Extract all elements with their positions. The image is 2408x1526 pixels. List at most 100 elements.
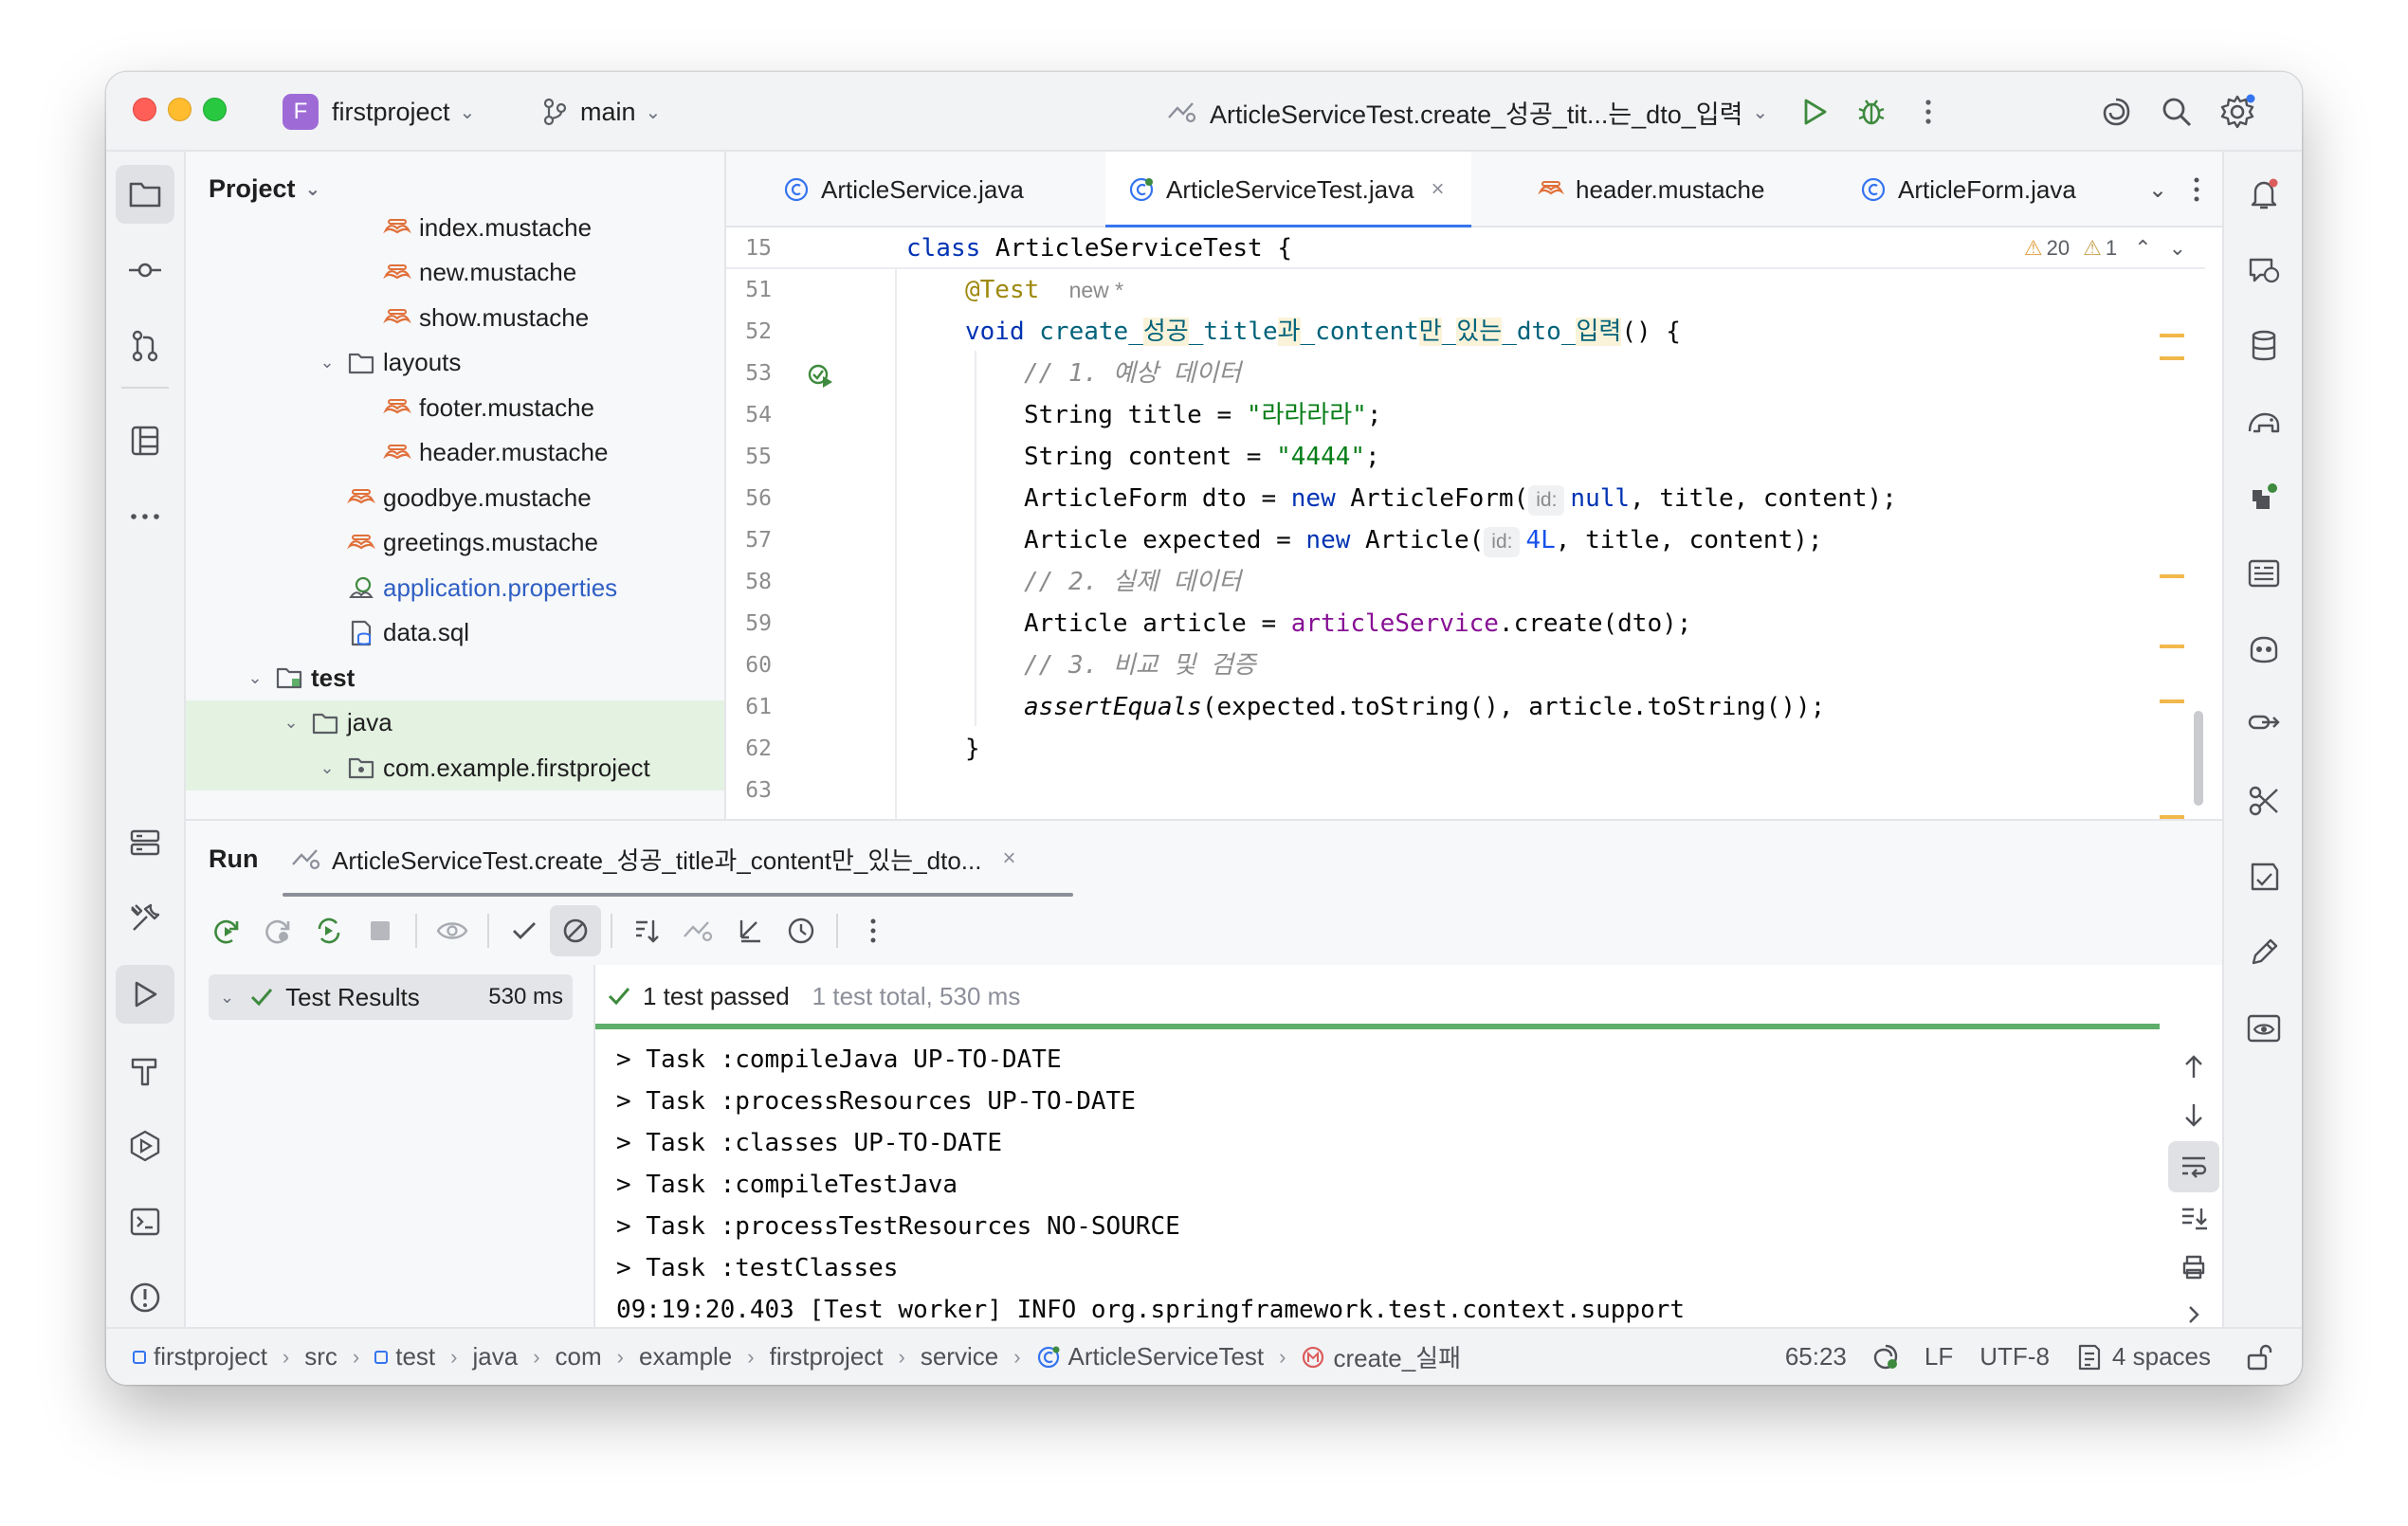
file-encoding[interactable]: UTF-8 [1979,1342,2050,1372]
sort-button[interactable] [622,905,673,956]
rerun-button[interactable] [201,905,252,956]
warning-stripe-marker[interactable] [2160,645,2184,648]
endpoints-button[interactable] [2235,544,2293,603]
tab-list-button[interactable]: ⌄ [2139,152,2177,227]
edit-button[interactable] [2235,923,2293,982]
caret-position[interactable]: 65:23 [1785,1342,1847,1372]
project-tree-item[interactable]: index.mustache [186,205,724,250]
next-highlight-icon[interactable]: ⌄ [2169,236,2186,261]
project-tree-item[interactable]: data.sql [186,610,724,656]
rerun-failed-button[interactable] [252,905,303,956]
tab-header-mustache[interactable]: header.mustache [1538,152,1764,227]
chevron-down-icon[interactable]: ⌄ [245,668,265,688]
soft-wrap-button[interactable] [2168,1141,2219,1192]
notifications-button[interactable] [2235,165,2293,224]
breadcrumb-item[interactable]: service [921,1342,998,1372]
debug-button[interactable] [1851,72,1892,152]
tab-article-service-test[interactable]: ArticleServiceTest.java × [1105,152,1471,229]
inspection-widget[interactable]: ⚠ 20 ⚠ 1 ⌃ ⌄ [2024,227,2186,269]
run-button[interactable] [1794,72,1835,152]
breadcrumb-item[interactable]: com [556,1342,602,1372]
breadcrumb-item[interactable]: firstproject [770,1342,884,1372]
project-tree-item[interactable]: new.mustache [186,250,724,296]
build-tool-button[interactable] [116,889,174,948]
stop-button[interactable] [355,905,406,956]
tab-more-button[interactable] [2182,152,2211,227]
toggle-auto-test-button[interactable] [303,905,355,956]
run-session-tab[interactable]: ArticleServiceTest.create_성공_title과_cont… [290,821,1016,897]
show-ignored-toggle-button[interactable] [550,905,601,956]
zoom-window-button[interactable] [203,98,227,121]
commit-tool-button[interactable] [116,241,174,300]
breadcrumb-item[interactable]: src [304,1342,337,1372]
chevron-down-icon[interactable]: ⌄ [317,353,337,372]
import-tests-button[interactable] [673,905,724,956]
breadcrumb-item[interactable]: test [374,1342,435,1372]
database-button[interactable] [2235,317,2293,375]
warning-stripe-marker[interactable] [2160,699,2184,703]
close-tab-icon[interactable]: × [1002,845,1015,872]
tab-article-form[interactable]: ArticleForm.java [1860,152,2076,227]
breadcrumb-item[interactable]: example [639,1342,732,1372]
breadcrumb-item[interactable]: java [473,1342,519,1372]
structure-tool-button[interactable] [116,411,174,470]
print-button[interactable] [2168,1242,2219,1293]
run-tool-button[interactable] [116,965,174,1024]
chevron-down-icon[interactable]: ⌄ [281,713,301,733]
project-tree-item[interactable]: ⌄ layouts [186,340,724,386]
minimize-window-button[interactable] [168,98,192,121]
more-actions-button[interactable] [848,905,899,956]
debug-tool-button[interactable] [116,1117,174,1175]
project-tree-item[interactable]: show.mustache [186,295,724,340]
breadcrumb-item[interactable]: create_실패 [1301,1339,1461,1374]
tab-article-service[interactable]: ArticleService.java [783,152,1024,227]
tools-button[interactable] [2235,772,2293,830]
previous-highlight-icon[interactable]: ⌃ [2134,236,2151,261]
project-tool-button[interactable] [116,165,174,224]
indent-setting[interactable]: 4 spaces [2112,1342,2211,1372]
settings-button[interactable] [2216,72,2258,152]
code-content[interactable]: @Test new * void create_성공_title과_conten… [906,227,2139,819]
project-tree-item[interactable]: footer.mustache [186,385,724,430]
breadcrumb-item[interactable]: ArticleServiceTest [1036,1342,1264,1372]
unlock-icon[interactable] [2245,1343,2273,1372]
author-hint[interactable]: new * [1069,278,1124,302]
show-ignored-button[interactable] [427,905,478,956]
copilot-button[interactable] [2235,620,2293,679]
line-ending[interactable]: LF [1925,1342,1953,1372]
warning-stripe-marker[interactable] [2160,334,2184,337]
problems-tool-button[interactable] [116,1268,174,1327]
gradle-tool-button[interactable] [116,1041,174,1099]
breadcrumb-item[interactable]: firstproject [133,1342,267,1372]
chevron-down-icon[interactable]: ⌄ [317,758,337,778]
project-tree-item[interactable]: greetings.mustache [186,520,724,566]
sticky-scope-line[interactable]: 15 class ArticleServiceTest { ⚠ 20 ⚠ 1 ⌃… [726,227,2205,269]
scroll-down-button[interactable] [2168,1090,2219,1141]
ai-assistant-button[interactable] [2095,72,2137,152]
run-test-gutter-button[interactable] [806,360,836,391]
project-tree-item[interactable]: goodbye.mustache [186,475,724,520]
scroll-to-end-button[interactable] [2168,1192,2219,1244]
run-config-selector[interactable]: ArticleServiceTest.create_성공_tit...는_dto… [1166,72,1768,152]
editor-scrollbar-thumb[interactable] [2194,711,2203,806]
branch-switcher[interactable]: main ⌄ [542,72,661,152]
project-tree-item[interactable]: ⌄ test [186,655,724,700]
ai-status-icon[interactable] [1871,1343,1900,1372]
gradle-button[interactable] [2235,392,2293,451]
warning-stripe-marker[interactable] [2160,574,2184,578]
project-tree-item[interactable]: application.properties [186,565,724,610]
close-tab-icon[interactable]: × [1432,176,1445,203]
collapse-all-button[interactable] [724,905,775,956]
coverage-button[interactable] [2235,847,2293,906]
console-output[interactable]: 1 test passed 1 test total, 530 ms > Tas… [593,965,2222,1329]
preview-button[interactable] [2235,999,2293,1058]
ai-chat-button[interactable] [2235,241,2293,300]
search-button[interactable] [2156,72,2198,152]
plugin-button[interactable] [2235,468,2293,527]
http-client-button[interactable] [2235,696,2293,754]
show-passed-button[interactable] [499,905,550,956]
project-switcher[interactable]: F firstproject ⌄ [283,72,475,152]
test-history-button[interactable] [775,905,827,956]
services-tool-button[interactable] [116,813,174,872]
more-tools-button[interactable] [116,487,174,546]
